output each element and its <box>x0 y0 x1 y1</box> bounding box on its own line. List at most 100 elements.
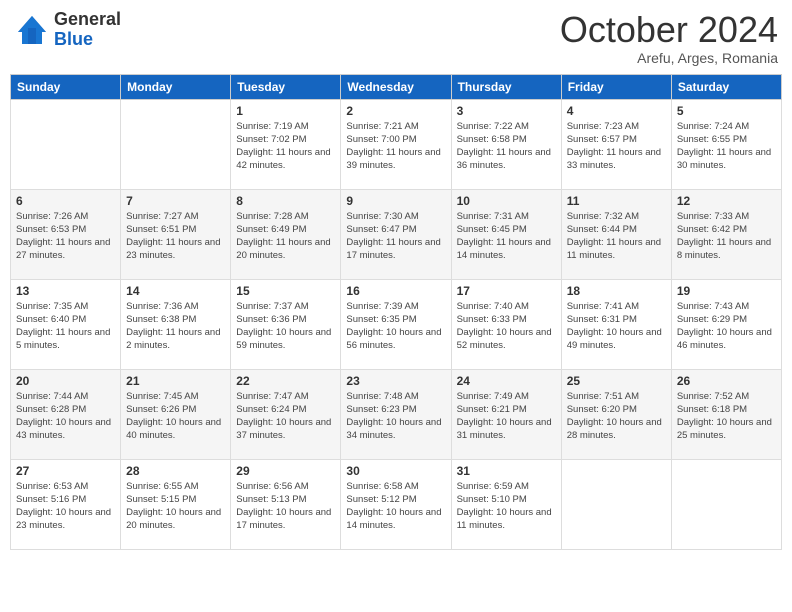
calendar-cell: 2 Sunrise: 7:21 AMSunset: 7:00 PMDaylight… <box>341 99 451 189</box>
calendar-cell: 17Sunrise: 7:40 AMSunset: 6:33 PMDayligh… <box>451 279 561 369</box>
day-number: 10 <box>457 194 556 208</box>
day-info: Sunrise: 7:36 AMSunset: 6:38 PMDaylight:… <box>126 300 225 353</box>
day-info: Sunrise: 7:28 AMSunset: 6:49 PMDaylight:… <box>236 210 335 263</box>
day-number: 28 <box>126 464 225 478</box>
calendar-cell: 7Sunrise: 7:27 AMSunset: 6:51 PMDaylight… <box>121 189 231 279</box>
weekday-header-friday: Friday <box>561 74 671 99</box>
day-info: Sunrise: 7:41 AMSunset: 6:31 PMDaylight:… <box>567 300 666 353</box>
calendar-cell: 21Sunrise: 7:45 AMSunset: 6:26 PMDayligh… <box>121 369 231 459</box>
day-number: 9 <box>346 194 445 208</box>
calendar-week-3: 13Sunrise: 7:35 AMSunset: 6:40 PMDayligh… <box>11 279 782 369</box>
day-info: Sunrise: 6:59 AMSunset: 5:10 PMDaylight:… <box>457 480 556 533</box>
calendar-cell <box>561 459 671 549</box>
day-number: 16 <box>346 284 445 298</box>
day-info: Sunrise: 7:43 AMSunset: 6:29 PMDaylight:… <box>677 300 776 353</box>
page-header: General Blue October 2024 Arefu, Arges, … <box>10 10 782 66</box>
day-info: Sunrise: 7:35 AMSunset: 6:40 PMDaylight:… <box>16 300 115 353</box>
day-number: 21 <box>126 374 225 388</box>
calendar-week-5: 27Sunrise: 6:53 AMSunset: 5:16 PMDayligh… <box>11 459 782 549</box>
calendar-cell <box>671 459 781 549</box>
weekday-header-tuesday: Tuesday <box>231 74 341 99</box>
calendar-cell: 3 Sunrise: 7:22 AMSunset: 6:58 PMDaylight… <box>451 99 561 189</box>
day-info: Sunrise: 7:30 AMSunset: 6:47 PMDaylight:… <box>346 210 445 263</box>
day-info: Sunrise: 7:40 AMSunset: 6:33 PMDaylight:… <box>457 300 556 353</box>
day-number: 30 <box>346 464 445 478</box>
day-number: 4 <box>567 104 666 118</box>
day-info: Sunrise: 7:47 AMSunset: 6:24 PMDaylight:… <box>236 390 335 443</box>
calendar-week-1: 1Sunrise: 7:19 AMSunset: 7:02 PMDaylight… <box>11 99 782 189</box>
weekday-header-saturday: Saturday <box>671 74 781 99</box>
day-info: Sunrise: 6:53 AMSunset: 5:16 PMDaylight:… <box>16 480 115 533</box>
day-number: 25 <box>567 374 666 388</box>
calendar-cell: 25 Sunrise: 7:51 AMSunset: 6:20 PMDayligh… <box>561 369 671 459</box>
calendar-cell: 22 Sunrise: 7:47 AMSunset: 6:24 PMDayligh… <box>231 369 341 459</box>
day-info: Sunrise: 7:32 AMSunset: 6:44 PMDaylight:… <box>567 210 666 263</box>
calendar-cell: 1Sunrise: 7:19 AMSunset: 7:02 PMDaylight… <box>231 99 341 189</box>
calendar-cell: 5Sunrise: 7:24 AMSunset: 6:55 PMDaylight… <box>671 99 781 189</box>
weekday-header-row: SundayMondayTuesdayWednesdayThursdayFrid… <box>11 74 782 99</box>
calendar-table: SundayMondayTuesdayWednesdayThursdayFrid… <box>10 74 782 550</box>
day-number: 12 <box>677 194 776 208</box>
day-info: Sunrise: 7:22 AMSunset: 6:58 PMDaylight:… <box>457 120 556 173</box>
calendar-cell: 31 Sunrise: 6:59 AMSunset: 5:10 PMDayligh… <box>451 459 561 549</box>
calendar-week-2: 6 Sunrise: 7:26 AMSunset: 6:53 PMDaylight… <box>11 189 782 279</box>
day-number: 18 <box>567 284 666 298</box>
day-number: 11 <box>567 194 666 208</box>
weekday-header-sunday: Sunday <box>11 74 121 99</box>
calendar-cell: 10 Sunrise: 7:31 AMSunset: 6:45 PMDayligh… <box>451 189 561 279</box>
day-number: 5 <box>677 104 776 118</box>
day-info: Sunrise: 7:39 AMSunset: 6:35 PMDaylight:… <box>346 300 445 353</box>
calendar-cell: 19 Sunrise: 7:43 AMSunset: 6:29 PMDayligh… <box>671 279 781 369</box>
day-info: Sunrise: 6:56 AMSunset: 5:13 PMDaylight:… <box>236 480 335 533</box>
location-subtitle: Arefu, Arges, Romania <box>560 50 778 66</box>
day-info: Sunrise: 6:55 AMSunset: 5:15 PMDaylight:… <box>126 480 225 533</box>
logo-text: General Blue <box>54 10 121 50</box>
day-info: Sunrise: 7:31 AMSunset: 6:45 PMDaylight:… <box>457 210 556 263</box>
calendar-week-4: 20 Sunrise: 7:44 AMSunset: 6:28 PMDayligh… <box>11 369 782 459</box>
day-info: Sunrise: 7:44 AMSunset: 6:28 PMDaylight:… <box>16 390 115 443</box>
weekday-header-wednesday: Wednesday <box>341 74 451 99</box>
day-number: 6 <box>16 194 115 208</box>
day-info: Sunrise: 7:51 AMSunset: 6:20 PMDaylight:… <box>567 390 666 443</box>
calendar-cell: 12 Sunrise: 7:33 AMSunset: 6:42 PMDayligh… <box>671 189 781 279</box>
calendar-cell: 20 Sunrise: 7:44 AMSunset: 6:28 PMDayligh… <box>11 369 121 459</box>
calendar-cell: 16 Sunrise: 7:39 AMSunset: 6:35 PMDayligh… <box>341 279 451 369</box>
day-number: 3 <box>457 104 556 118</box>
day-info: Sunrise: 7:33 AMSunset: 6:42 PMDaylight:… <box>677 210 776 263</box>
logo-icon <box>14 12 50 48</box>
calendar-cell: 24Sunrise: 7:49 AMSunset: 6:21 PMDayligh… <box>451 369 561 459</box>
day-number: 7 <box>126 194 225 208</box>
day-info: Sunrise: 6:58 AMSunset: 5:12 PMDaylight:… <box>346 480 445 533</box>
day-info: Sunrise: 7:52 AMSunset: 6:18 PMDaylight:… <box>677 390 776 443</box>
day-info: Sunrise: 7:19 AMSunset: 7:02 PMDaylight:… <box>236 120 335 173</box>
calendar-cell: 18 Sunrise: 7:41 AMSunset: 6:31 PMDayligh… <box>561 279 671 369</box>
weekday-header-thursday: Thursday <box>451 74 561 99</box>
day-number: 29 <box>236 464 335 478</box>
calendar-cell: 15Sunrise: 7:37 AMSunset: 6:36 PMDayligh… <box>231 279 341 369</box>
calendar-cell: 9 Sunrise: 7:30 AMSunset: 6:47 PMDaylight… <box>341 189 451 279</box>
calendar-cell: 8 Sunrise: 7:28 AMSunset: 6:49 PMDaylight… <box>231 189 341 279</box>
day-info: Sunrise: 7:26 AMSunset: 6:53 PMDaylight:… <box>16 210 115 263</box>
calendar-cell <box>121 99 231 189</box>
day-number: 22 <box>236 374 335 388</box>
day-number: 26 <box>677 374 776 388</box>
calendar-cell: 28 Sunrise: 6:55 AMSunset: 5:15 PMDayligh… <box>121 459 231 549</box>
calendar-header: SundayMondayTuesdayWednesdayThursdayFrid… <box>11 74 782 99</box>
day-number: 20 <box>16 374 115 388</box>
day-info: Sunrise: 7:21 AMSunset: 7:00 PMDaylight:… <box>346 120 445 173</box>
day-number: 8 <box>236 194 335 208</box>
calendar-cell: 14Sunrise: 7:36 AMSunset: 6:38 PMDayligh… <box>121 279 231 369</box>
month-title: October 2024 <box>560 10 778 50</box>
day-number: 19 <box>677 284 776 298</box>
day-info: Sunrise: 7:48 AMSunset: 6:23 PMDaylight:… <box>346 390 445 443</box>
day-number: 23 <box>346 374 445 388</box>
calendar-body: 1Sunrise: 7:19 AMSunset: 7:02 PMDaylight… <box>11 99 782 549</box>
day-number: 2 <box>346 104 445 118</box>
title-block: October 2024 Arefu, Arges, Romania <box>560 10 778 66</box>
logo: General Blue <box>14 10 121 50</box>
day-number: 15 <box>236 284 335 298</box>
weekday-header-monday: Monday <box>121 74 231 99</box>
day-number: 31 <box>457 464 556 478</box>
calendar-cell: 23 Sunrise: 7:48 AMSunset: 6:23 PMDayligh… <box>341 369 451 459</box>
day-info: Sunrise: 7:23 AMSunset: 6:57 PMDaylight:… <box>567 120 666 173</box>
